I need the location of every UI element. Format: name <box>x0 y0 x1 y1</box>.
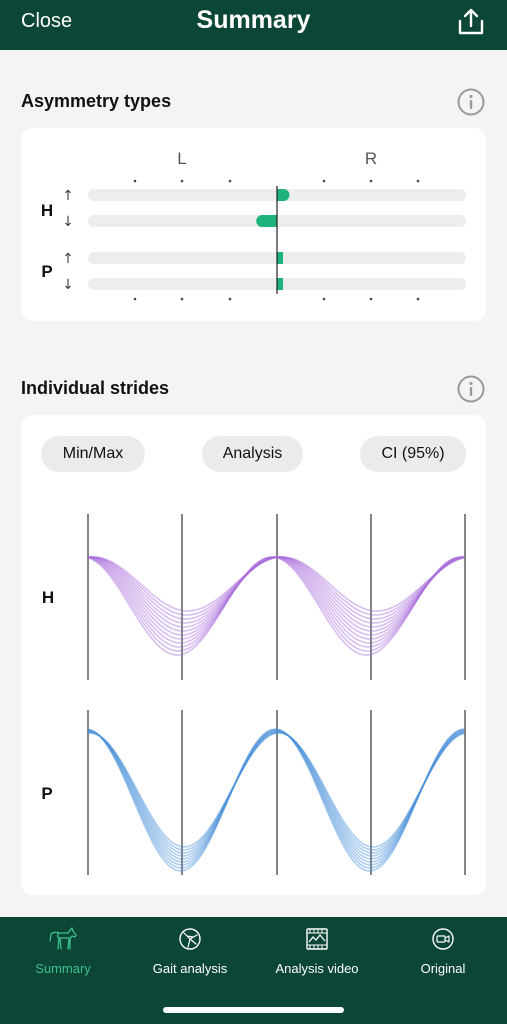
scale-dots-top <box>133 179 420 183</box>
arrow-up-icon: ↑ <box>62 251 74 267</box>
asymmetry-row: ↑ <box>62 188 466 204</box>
asymmetry-title: Asymmetry types <box>21 91 172 111</box>
asymmetry-rows: ↑ ↓ ↑ ↓ <box>62 188 466 293</box>
asymmetry-bar-edge <box>277 252 283 264</box>
group-label-p: P <box>41 262 52 281</box>
nav-analysis-video-label: Analysis video <box>275 961 359 976</box>
share-icon[interactable] <box>456 7 486 37</box>
strides-title: Individual strides <box>21 378 170 398</box>
horse-icon <box>49 927 77 950</box>
p-label: P <box>41 784 52 803</box>
page-title: Summary <box>196 6 311 34</box>
scale-dot <box>180 179 184 183</box>
scale-dot <box>322 297 326 301</box>
asymmetry-row: ↓ <box>62 214 466 230</box>
h-stride-curves <box>87 556 465 656</box>
arrow-down-icon: ↓ <box>62 214 74 230</box>
home-indicator <box>163 1007 344 1013</box>
asymmetry-bar-edge <box>277 278 283 290</box>
nav-gait-analysis-label: Gait analysis <box>152 961 228 976</box>
header-bar: Close Summary <box>0 0 507 50</box>
nav-original-label: Original <box>420 961 466 976</box>
arrow-up-icon: ↑ <box>62 188 74 204</box>
video-camera-icon <box>432 928 454 950</box>
asymmetry-chart: L R ↑ ↓ ↑ ↓ H P <box>41 149 466 301</box>
arrow-down-icon: ↓ <box>62 277 74 293</box>
scale-dot <box>322 179 326 183</box>
nav-original[interactable]: Original <box>380 927 506 978</box>
nav-summary[interactable]: Summary <box>0 927 126 978</box>
stride-curve <box>87 732 465 848</box>
stride-curve <box>87 731 465 854</box>
right-side-label: R <box>365 149 377 168</box>
stride-curve <box>87 729 465 866</box>
scale-dot <box>228 179 232 183</box>
stride-curve <box>87 730 465 860</box>
h-label: H <box>42 588 54 607</box>
stride-curve <box>87 729 465 863</box>
scale-dot <box>228 297 232 301</box>
left-side-label: L <box>177 149 186 168</box>
group-label-h: H <box>41 201 53 220</box>
gait-icon <box>179 928 201 950</box>
stride-curve <box>87 730 465 857</box>
nav-gait-analysis[interactable]: Gait analysis <box>127 927 253 978</box>
stride-curve <box>87 728 465 869</box>
bottom-nav: Summary Gait analysis Analysis video Ori… <box>0 917 507 1024</box>
scale-dots-bottom <box>133 297 420 301</box>
scale-dot <box>369 297 373 301</box>
strides-card: Min/Max Analysis CI (95%) H P <box>21 415 486 895</box>
stride-curve <box>87 731 465 851</box>
nav-summary-label: Summary <box>35 961 91 976</box>
asymmetry-bar-edge <box>277 189 283 201</box>
scale-dot <box>416 179 420 183</box>
scale-dot <box>369 179 373 183</box>
p-stride-curves <box>87 728 465 872</box>
stride-curve <box>87 728 465 872</box>
asymmetry-row: ↓ <box>62 277 466 293</box>
info-icon[interactable] <box>457 88 485 116</box>
strides-chart: H P <box>41 514 466 875</box>
scale-dot <box>133 179 137 183</box>
scale-dot <box>416 297 420 301</box>
asymmetry-bar-edge <box>271 215 277 227</box>
close-button[interactable]: Close <box>21 10 72 33</box>
nav-analysis-video[interactable]: Analysis video <box>254 927 380 978</box>
scale-dot <box>180 297 184 301</box>
asymmetry-row: ↑ <box>62 251 466 267</box>
chart-video-icon <box>306 928 328 950</box>
info-icon[interactable] <box>457 375 485 403</box>
asymmetry-card: L R ↑ ↓ ↑ ↓ H P <box>21 128 486 321</box>
scale-dot <box>133 297 137 301</box>
